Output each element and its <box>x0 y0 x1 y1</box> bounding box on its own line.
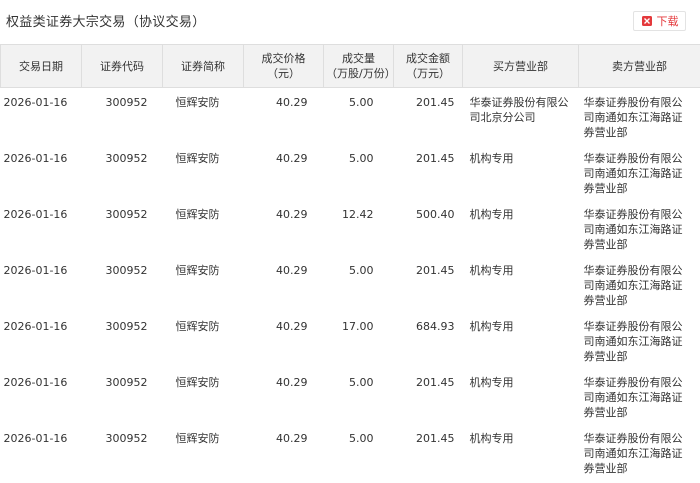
cell-volume: 17.00 <box>342 319 374 333</box>
cell-seller: 华泰证券股份有限公司南通如东江海路证券营业部 <box>583 263 683 307</box>
cell-price: 40.29 <box>276 96 308 109</box>
column-header-volume[interactable]: 成交量 （万股/万份） <box>323 44 396 88</box>
cell-volume: 5.00 <box>349 375 374 389</box>
column-header-security-name[interactable]: 证券简称 <box>162 44 244 88</box>
cell-trade-date: 2026-01-16 <box>3 96 68 109</box>
cell-amount: 201.45 <box>416 375 455 389</box>
cell-security-code: 300952 <box>105 319 148 333</box>
cell-seller: 华泰证券股份有限公司南通如东江海路证券营业部 <box>583 375 683 419</box>
cell-trade-date: 2026-01-16 <box>3 319 68 333</box>
cell-trade-date: 2026-01-16 <box>3 263 68 277</box>
cell-price: 40.29 <box>276 431 308 445</box>
column-header-security-code[interactable]: 证券代码 <box>81 44 163 88</box>
excel-file-icon <box>641 15 653 27</box>
cell-buyer: 机构专用 <box>469 207 514 221</box>
cell-trade-date: 2026-01-16 <box>3 207 68 221</box>
cell-security-code: 300952 <box>105 96 148 109</box>
cell-security-code: 300952 <box>105 431 148 445</box>
cell-volume: 5.00 <box>349 151 374 165</box>
cell-buyer: 机构专用 <box>469 375 514 389</box>
cell-security-name: 恒辉安防 <box>175 96 220 109</box>
cell-seller: 华泰证券股份有限公司南通如东江海路证券营业部 <box>583 151 683 195</box>
cell-security-name: 恒辉安防 <box>175 263 220 277</box>
cell-price: 40.29 <box>276 207 308 221</box>
cell-seller: 华泰证券股份有限公司南通如东江海路证券营业部 <box>583 319 683 363</box>
cell-security-name: 恒辉安防 <box>175 431 220 445</box>
cell-volume: 12.42 <box>342 207 374 221</box>
cell-security-name: 恒辉安防 <box>175 319 220 333</box>
page-header: 权益类证券大宗交易（协议交易） 下载 <box>0 0 700 38</box>
table-header-row: 交易日期 证券代码 证券简称 成交价格 （元） 成交量 （万股/万份） 成交金额 （万… <box>0 44 700 88</box>
table-row: 2026-01-16 300952 恒辉安防 40.29 12.42 500.4… <box>1 200 700 256</box>
cell-trade-date: 2026-01-16 <box>3 375 68 389</box>
cell-price: 40.29 <box>276 375 308 389</box>
cell-security-code: 300952 <box>105 375 148 389</box>
block-trade-table: 交易日期 证券代码 证券简称 成交价格 （元） 成交量 （万股/万份） 成交金额 （万… <box>0 44 700 480</box>
cell-amount: 201.45 <box>416 431 455 445</box>
table-row: 2026-01-16 300952 恒辉安防 40.29 5.00 201.45… <box>1 368 700 424</box>
cell-volume: 5.00 <box>349 263 374 277</box>
cell-seller: 华泰证券股份有限公司南通如东江海路证券营业部 <box>583 431 683 475</box>
column-header-seller[interactable]: 卖方营业部 <box>578 44 700 88</box>
cell-price: 40.29 <box>276 151 308 165</box>
cell-security-name: 恒辉安防 <box>175 375 220 389</box>
cell-security-name: 恒辉安防 <box>175 207 220 221</box>
cell-trade-date: 2026-01-16 <box>3 431 68 445</box>
cell-security-name: 恒辉安防 <box>175 151 220 165</box>
cell-buyer: 机构专用 <box>469 263 514 277</box>
cell-seller: 华泰证券股份有限公司南通如东江海路证券营业部 <box>583 96 683 139</box>
column-header-price[interactable]: 成交价格 （元） <box>243 44 324 88</box>
cell-buyer: 机构专用 <box>469 151 514 165</box>
cell-volume: 5.00 <box>349 96 374 109</box>
cell-amount: 201.45 <box>416 151 455 165</box>
table-row: 2026-01-16 300952 恒辉安防 40.29 5.00 201.45… <box>1 256 700 312</box>
cell-buyer: 机构专用 <box>469 319 514 333</box>
cell-amount: 500.40 <box>416 207 455 221</box>
download-label: 下载 <box>656 15 679 28</box>
cell-amount: 201.45 <box>416 263 455 277</box>
cell-security-code: 300952 <box>105 207 148 221</box>
table-row: 2026-01-16 300952 恒辉安防 40.29 5.00 201.45… <box>1 144 700 200</box>
cell-buyer: 机构专用 <box>469 431 514 445</box>
page-title: 权益类证券大宗交易（协议交易） <box>6 15 206 30</box>
column-header-trade-date[interactable]: 交易日期 <box>0 44 82 88</box>
column-header-amount[interactable]: 成交金额 （万元） <box>393 44 463 88</box>
table-row: 2026-01-16 300952 恒辉安防 40.29 5.00 201.45… <box>1 424 700 480</box>
cell-security-code: 300952 <box>105 151 148 165</box>
table-row: 2026-01-16 300952 恒辉安防 40.29 17.00 684.9… <box>1 312 700 368</box>
cell-trade-date: 2026-01-16 <box>3 151 68 165</box>
download-button[interactable]: 下载 <box>633 11 686 31</box>
table-row: 2026-01-16 300952 恒辉安防 40.29 5.00 201.45… <box>1 88 700 144</box>
cell-seller: 华泰证券股份有限公司南通如东江海路证券营业部 <box>583 207 683 251</box>
cell-security-code: 300952 <box>105 263 148 277</box>
column-header-buyer[interactable]: 买方营业部 <box>462 44 579 88</box>
cell-price: 40.29 <box>276 319 308 333</box>
cell-amount: 201.45 <box>416 96 455 109</box>
cell-price: 40.29 <box>276 263 308 277</box>
cell-volume: 5.00 <box>349 431 374 445</box>
cell-buyer: 华泰证券股份有限公司北京分公司 <box>469 96 569 124</box>
cell-amount: 684.93 <box>416 319 455 333</box>
